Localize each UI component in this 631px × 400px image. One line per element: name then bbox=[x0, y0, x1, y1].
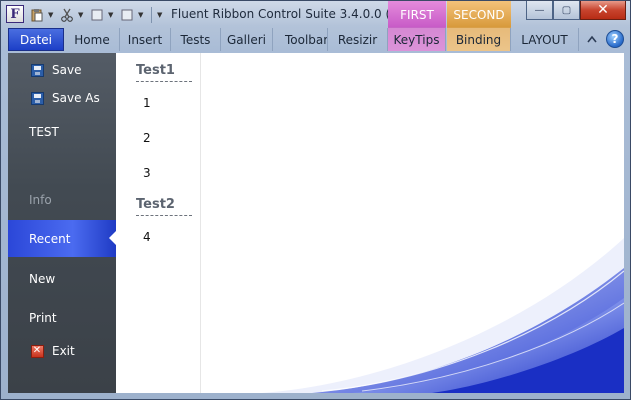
app-window: F ▼ ▼ ▼ ▼ ▼ Fluent Ribbon Control Suite … bbox=[0, 0, 631, 400]
backstage-info[interactable]: Info bbox=[8, 187, 116, 213]
list-item[interactable]: 2 bbox=[143, 131, 151, 145]
cut-icon[interactable] bbox=[59, 7, 75, 23]
chevron-down-icon[interactable]: ▼ bbox=[48, 11, 56, 19]
menu-label: Info bbox=[29, 193, 52, 207]
blank-doc-icon[interactable] bbox=[89, 7, 105, 23]
window-title: Fluent Ribbon Control Suite 3.4.0.0 (SR.… bbox=[171, 7, 418, 21]
tab-home[interactable]: Home bbox=[65, 28, 120, 51]
save-icon bbox=[30, 63, 44, 77]
list-item[interactable]: 4 bbox=[143, 230, 151, 244]
backstage-recent[interactable]: Recent bbox=[8, 220, 116, 257]
backstage-view: Save Save As TEST Info Recent New Print bbox=[8, 53, 624, 393]
close-button[interactable]: ✕ bbox=[580, 1, 626, 20]
contextual-group-label: SECOND bbox=[453, 8, 505, 22]
save-icon bbox=[30, 91, 44, 105]
menu-label: Save As bbox=[52, 91, 100, 105]
backstage-new[interactable]: New bbox=[8, 266, 116, 292]
tab-resizir[interactable]: Resizir bbox=[328, 28, 388, 51]
title-bar: F ▼ ▼ ▼ ▼ ▼ Fluent Ribbon Control Suite … bbox=[1, 1, 630, 51]
contextual-group-label: FIRST bbox=[400, 8, 434, 22]
chevron-down-icon[interactable]: ▼ bbox=[78, 11, 86, 19]
exit-icon: ✕ bbox=[30, 344, 44, 358]
tab-file[interactable]: Datei bbox=[8, 28, 64, 51]
menu-label: Exit bbox=[52, 344, 75, 358]
backstage-exit[interactable]: ✕ Exit bbox=[8, 338, 116, 364]
menu-label: Recent bbox=[29, 231, 71, 246]
app-icon[interactable]: F bbox=[6, 5, 24, 23]
qat-separator bbox=[151, 7, 152, 23]
menu-label: New bbox=[29, 272, 56, 286]
minimize-button[interactable]: — bbox=[526, 1, 553, 20]
chevron-down-icon[interactable]: ▼ bbox=[138, 11, 146, 19]
backstage-print[interactable]: Print bbox=[8, 305, 116, 331]
backstage-save[interactable]: Save bbox=[8, 57, 116, 83]
recent-list: Test1 1 2 3 Test2 4 bbox=[116, 53, 201, 393]
customize-icon[interactable]: ▼ bbox=[157, 11, 165, 19]
backstage-content bbox=[202, 53, 624, 393]
background-swoosh bbox=[262, 238, 624, 393]
help-icon[interactable]: ? bbox=[606, 30, 624, 48]
group-header: Test1 bbox=[136, 63, 192, 82]
maximize-button[interactable]: ▢ bbox=[553, 1, 580, 20]
backstage-menu: Save Save As TEST Info Recent New Print bbox=[8, 53, 116, 393]
menu-label: TEST bbox=[29, 125, 59, 139]
backstage-save-as[interactable]: Save As bbox=[8, 85, 116, 111]
tab-binding[interactable]: Binding bbox=[447, 28, 511, 51]
list-item[interactable]: 1 bbox=[143, 96, 151, 110]
tab-keytips[interactable]: KeyTips bbox=[388, 28, 446, 51]
menu-label: Save bbox=[52, 63, 82, 77]
chevron-down-icon[interactable]: ▼ bbox=[108, 11, 116, 19]
tab-row-icons: ? bbox=[584, 30, 624, 48]
list-item[interactable]: 3 bbox=[143, 166, 151, 180]
menu-label: Print bbox=[29, 311, 57, 325]
tab-galleri[interactable]: Galleri bbox=[221, 28, 273, 51]
quick-access-toolbar: ▼ ▼ ▼ ▼ ▼ bbox=[29, 5, 165, 25]
ribbon-tabs: Datei Home Insert Tests Galleri Toolbar … bbox=[1, 28, 630, 51]
group-header: Test2 bbox=[136, 197, 192, 216]
paste-icon[interactable] bbox=[29, 7, 45, 23]
tab-tests[interactable]: Tests bbox=[171, 28, 221, 51]
tab-layout[interactable]: LAYOUT bbox=[511, 28, 579, 51]
selected-arrow-icon bbox=[109, 231, 116, 245]
chevron-up-icon[interactable] bbox=[584, 30, 600, 48]
tab-insert[interactable]: Insert bbox=[120, 28, 171, 51]
window-controls: — ▢ ✕ bbox=[526, 1, 626, 20]
tab-toolbar[interactable]: Toolbar bbox=[273, 28, 328, 51]
blank-doc-icon[interactable] bbox=[119, 7, 135, 23]
backstage-test[interactable]: TEST bbox=[8, 119, 116, 145]
